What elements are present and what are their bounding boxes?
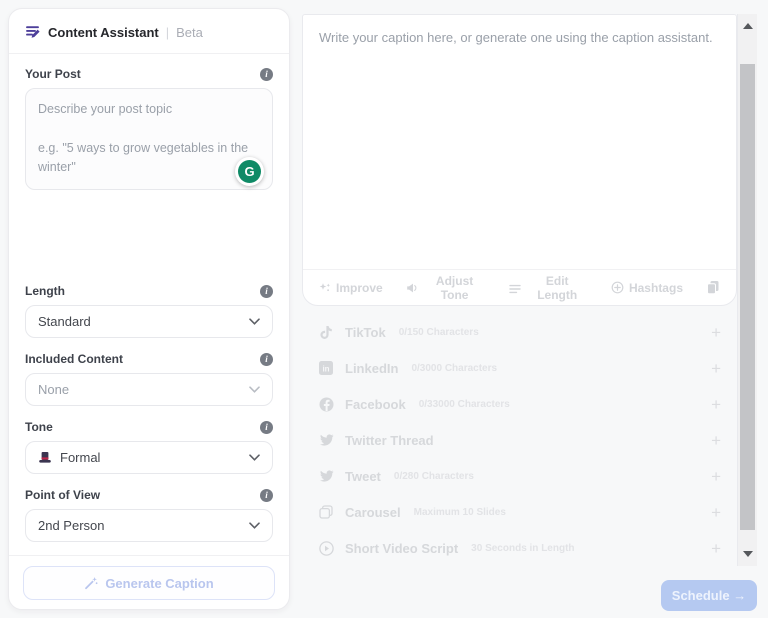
sparkles-icon	[319, 282, 331, 294]
adjust-tone-button[interactable]: Adjust Tone	[406, 274, 487, 302]
caption-input[interactable]	[303, 15, 736, 269]
chevron-down-icon	[249, 318, 260, 325]
chevron-down-icon	[249, 454, 260, 461]
assistant-footer: Generate Caption	[9, 555, 289, 612]
platform-list: TikTok 0/150 Characters + in LinkedIn 0/…	[302, 314, 737, 566]
included-content-info-icon[interactable]: i	[260, 352, 273, 366]
svg-text:in: in	[322, 365, 329, 374]
grammarly-icon[interactable]: G	[235, 157, 264, 186]
circle-plus-icon	[611, 281, 624, 294]
assistant-title: Content Assistant	[48, 24, 159, 40]
facebook-icon	[318, 397, 334, 412]
add-tiktok-button[interactable]: +	[711, 324, 721, 341]
tiktok-icon	[318, 325, 334, 340]
generate-caption-button[interactable]: Generate Caption	[23, 566, 275, 600]
content-assistant-icon	[25, 24, 41, 40]
improve-button[interactable]: Improve	[319, 281, 383, 295]
add-linkedin-button[interactable]: +	[711, 360, 721, 377]
megaphone-icon	[406, 282, 418, 294]
beta-badge: Beta	[176, 24, 203, 40]
included-content-label: Included Content	[25, 352, 123, 366]
hashtags-button[interactable]: Hashtags	[611, 281, 683, 295]
content-assistant-panel: Content Assistant | Beta Your Post i G L…	[8, 8, 290, 610]
tone-info-icon[interactable]: i	[260, 420, 273, 434]
carousel-icon	[318, 505, 334, 519]
length-label: Length	[25, 284, 65, 298]
platform-row-linkedin[interactable]: in LinkedIn 0/3000 Characters +	[302, 350, 737, 386]
chevron-down-icon	[249, 386, 260, 393]
add-twitter-thread-button[interactable]: +	[711, 432, 721, 449]
platform-row-short-video-script[interactable]: Short Video Script 30 Seconds in Length …	[302, 530, 737, 566]
platform-row-twitter-thread[interactable]: Twitter Thread +	[302, 422, 737, 458]
scroll-up-icon[interactable]	[738, 16, 757, 36]
caption-toolbar: Improve Adjust Tone Edit Length Hashtags	[303, 269, 736, 305]
scrollbar-thumb[interactable]	[740, 64, 755, 530]
twitter-icon	[318, 469, 334, 483]
linkedin-icon: in	[318, 361, 334, 375]
schedule-button[interactable]: Schedule →	[661, 580, 757, 611]
top-hat-icon	[38, 451, 52, 464]
point-of-view-info-icon[interactable]: i	[260, 488, 273, 502]
platform-row-tweet[interactable]: Tweet 0/280 Characters +	[302, 458, 737, 494]
point-of-view-label: Point of View	[25, 488, 101, 502]
magic-wand-icon	[84, 576, 98, 590]
assistant-header: Content Assistant | Beta	[9, 9, 289, 54]
text-lines-icon	[509, 282, 522, 294]
copy-icon[interactable]	[706, 280, 720, 295]
edit-length-button[interactable]: Edit Length	[509, 274, 587, 302]
chevron-down-icon	[249, 522, 260, 529]
assistant-body: Your Post i G Length i Standard	[9, 54, 289, 555]
add-carousel-button[interactable]: +	[711, 504, 721, 521]
tone-select[interactable]: Formal	[25, 441, 273, 474]
add-facebook-button[interactable]: +	[711, 396, 721, 413]
tone-label: Tone	[25, 420, 53, 434]
add-tweet-button[interactable]: +	[711, 468, 721, 485]
scrollbar[interactable]	[737, 14, 757, 566]
twitter-icon	[318, 433, 334, 447]
title-divider: |	[165, 24, 170, 40]
length-select[interactable]: Standard	[25, 305, 273, 338]
point-of-view-select[interactable]: 2nd Person	[25, 509, 273, 542]
play-circle-icon	[318, 540, 334, 556]
length-info-icon[interactable]: i	[260, 284, 273, 298]
platform-row-tiktok[interactable]: TikTok 0/150 Characters +	[302, 314, 737, 350]
caption-editor-card: Improve Adjust Tone Edit Length	[302, 14, 737, 306]
add-short-video-script-button[interactable]: +	[711, 540, 721, 557]
platform-row-facebook[interactable]: Facebook 0/33000 Characters +	[302, 386, 737, 422]
scroll-down-icon[interactable]	[738, 544, 757, 564]
platform-row-carousel[interactable]: Carousel Maximum 10 Slides +	[302, 494, 737, 530]
your-post-label: Your Post	[25, 67, 81, 81]
your-post-info-icon[interactable]: i	[260, 67, 273, 81]
included-content-select[interactable]: None	[25, 373, 273, 406]
